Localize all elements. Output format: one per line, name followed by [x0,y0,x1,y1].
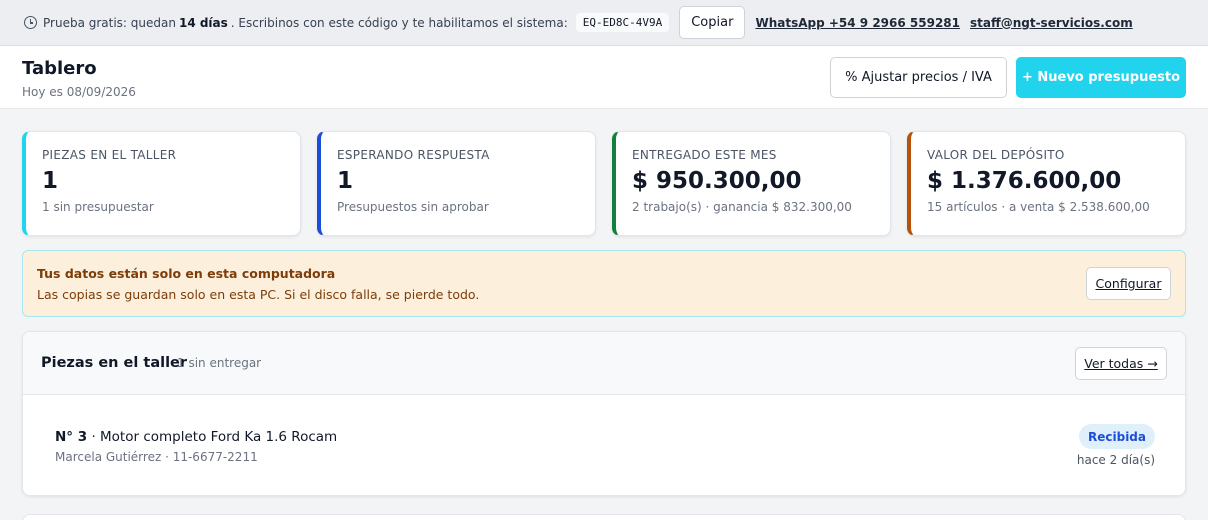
panel-header: Piezas en el taller 1 sin entregar Ver t… [23,332,1185,395]
stat-label: ENTREGADO ESTE MES [632,148,777,162]
item-number: N° 3 [55,429,88,445]
stat-sub: 15 artículos · a venta $ 2.538.600,00 [927,200,1150,214]
clock-icon [24,16,37,29]
copy-code-button[interactable]: Copiar [679,6,746,39]
email-link[interactable]: staff@ngt-servicios.com [970,16,1133,30]
stat-value: 1 [337,168,354,194]
stat-card-delivered: ENTREGADO ESTE MES $ 950.300,00 2 trabaj… [612,131,891,236]
activation-code: EQ-ED8C-4V9A [575,13,670,32]
status-badge: Recibida [1079,424,1155,449]
stat-value: $ 1.376.600,00 [927,168,1122,194]
adjust-prices-button[interactable]: % Ajustar precios / IVA [830,57,1007,98]
item-description: · Motor completo Ford Ka 1.6 Rocam [87,429,338,445]
workshop-panel: Piezas en el taller 1 sin entregar Ver t… [22,331,1186,496]
stat-sub: 2 trabajo(s) · ganancia $ 832.300,00 [632,200,852,214]
trial-days: 14 días [178,15,228,30]
page-header: Tablero Hoy es 08/09/2026 % Ajustar prec… [0,46,1208,109]
stat-sub: 1 sin presupuestar [42,200,154,214]
stat-value: 1 [42,168,59,194]
stat-card-workshop: PIEZAS EN EL TALLER 1 1 sin presupuestar [22,131,301,236]
whatsapp-link[interactable]: WhatsApp +54 9 2966 559281 [755,16,960,30]
configure-button[interactable]: Configurar [1086,267,1171,300]
today-date: Hoy es 08/09/2026 [22,85,136,99]
stat-sub: Presupuestos sin aprobar [337,200,489,214]
page-title: Tablero [22,58,97,79]
stat-value: $ 950.300,00 [632,168,802,194]
item-client: Marcela Gutiérrez · 11-6677-2211 [55,450,258,464]
item-title: N° 3 · Motor completo Ford Ka 1.6 Rocam [55,429,337,445]
panel-title: Piezas en el taller [41,355,188,371]
backup-alert: Tus datos están solo en esta computadora… [22,250,1186,317]
alert-title: Tus datos están solo en esta computadora [37,266,336,281]
stat-label: ESPERANDO RESPUESTA [337,148,490,162]
trial-banner: Prueba gratis: quedan 14 días . Escribin… [0,0,1208,46]
new-quote-button[interactable]: + Nuevo presupuesto [1016,57,1186,98]
trial-message: . Escribinos con este código y te habili… [230,15,568,30]
stat-label: VALOR DEL DEPÓSITO [927,148,1065,162]
panel-count: 1 sin entregar [177,356,262,370]
item-age: hace 2 día(s) [1076,453,1155,467]
trial-prefix: Prueba gratis: quedan [43,15,176,30]
see-all-button[interactable]: Ver todas → [1075,347,1167,380]
alert-text: Las copias se guardan solo en esta PC. S… [37,287,480,302]
stat-label: PIEZAS EN EL TALLER [42,148,177,162]
stat-card-waiting: ESPERANDO RESPUESTA 1 Presupuestos sin a… [317,131,596,236]
stat-card-warehouse: VALOR DEL DEPÓSITO $ 1.376.600,00 15 art… [907,131,1186,236]
list-item[interactable]: N° 3 · Motor completo Ford Ka 1.6 Rocam … [23,395,1185,495]
next-panel [22,514,1186,520]
